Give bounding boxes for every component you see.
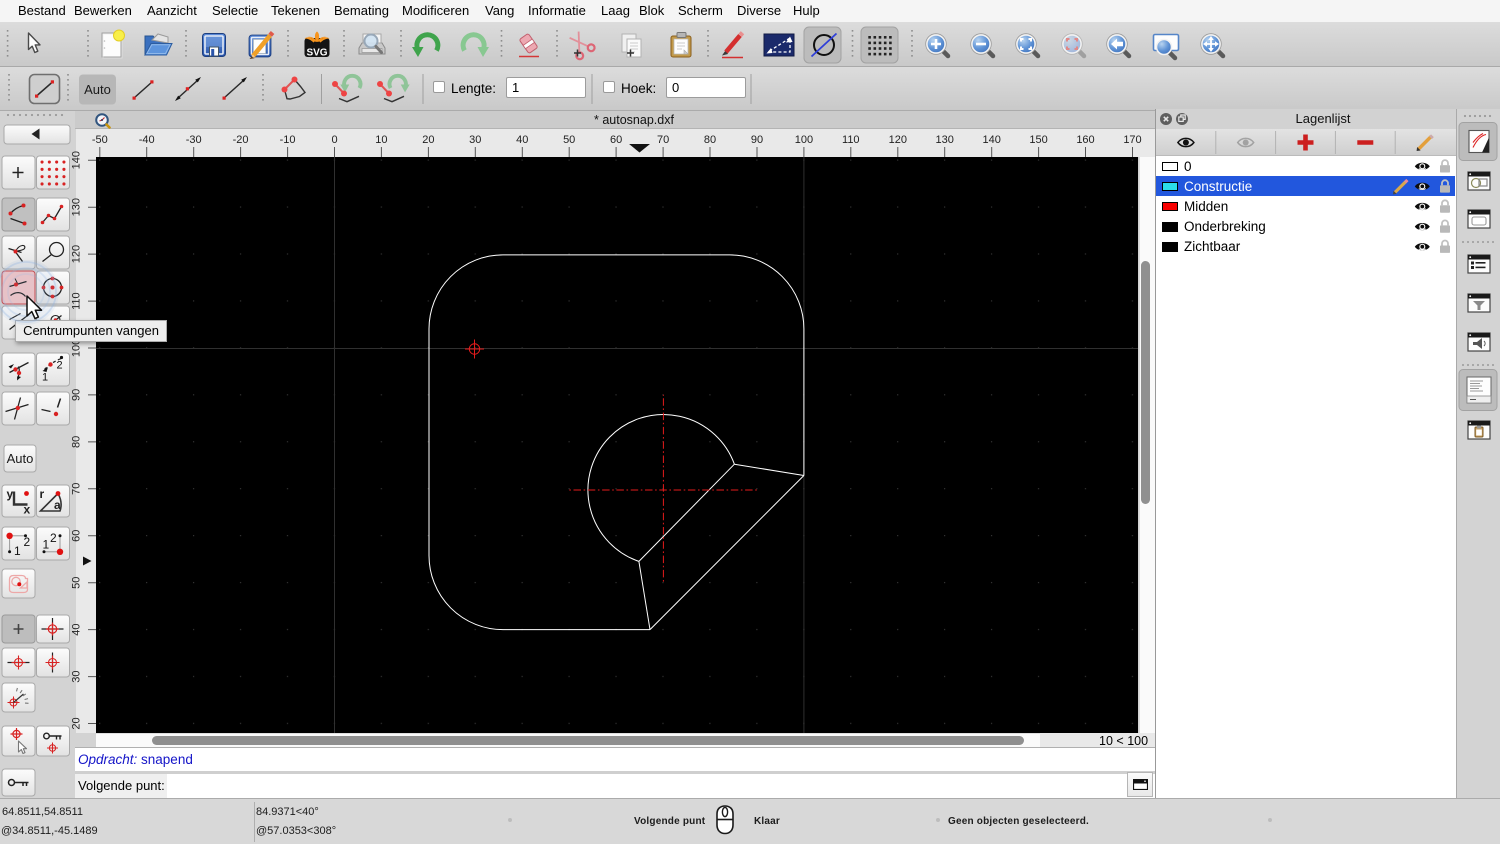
svg-text:Auto: Auto xyxy=(7,451,34,466)
svg-text:10: 10 xyxy=(375,134,387,146)
svg-text:60: 60 xyxy=(71,530,83,542)
svg-text:-50: -50 xyxy=(92,134,108,146)
svg-text:SVG: SVG xyxy=(306,48,327,59)
svg-text:70: 70 xyxy=(71,483,83,495)
svg-text:160: 160 xyxy=(1076,134,1094,146)
svg-text:y: y xyxy=(7,487,14,501)
svg-text:30: 30 xyxy=(71,670,83,682)
svg-text:140: 140 xyxy=(983,134,1001,146)
svg-text:r: r xyxy=(40,487,45,501)
svg-text:20: 20 xyxy=(422,134,434,146)
svg-text:80: 80 xyxy=(704,134,716,146)
svg-text:-10: -10 xyxy=(280,134,296,146)
svg-text:50: 50 xyxy=(563,134,575,146)
svg-text:40: 40 xyxy=(71,623,83,635)
svg-text:40: 40 xyxy=(516,134,528,146)
svg-text:110: 110 xyxy=(71,292,83,310)
svg-text:1: 1 xyxy=(43,538,50,552)
svg-text:50: 50 xyxy=(71,577,83,589)
svg-text:100: 100 xyxy=(795,134,813,146)
svg-text:120: 120 xyxy=(71,245,83,263)
svg-text:1: 1 xyxy=(14,544,21,558)
svg-text:2: 2 xyxy=(50,531,57,545)
svg-text:2: 2 xyxy=(24,535,31,549)
svg-text:80: 80 xyxy=(71,436,83,448)
svg-text:150: 150 xyxy=(1029,134,1047,146)
svg-text:Auto: Auto xyxy=(84,82,111,97)
svg-text:60: 60 xyxy=(610,134,622,146)
svg-text:30: 30 xyxy=(469,134,481,146)
svg-text:170: 170 xyxy=(1123,134,1141,146)
svg-text:0: 0 xyxy=(331,134,337,146)
svg-text:110: 110 xyxy=(842,134,860,146)
svg-text:120: 120 xyxy=(889,134,907,146)
svg-text:-20: -20 xyxy=(233,134,249,146)
svg-text:140: 140 xyxy=(71,151,83,169)
svg-text:90: 90 xyxy=(71,389,83,401)
svg-text:2: 2 xyxy=(57,360,63,372)
svg-text:70: 70 xyxy=(657,134,669,146)
svg-text:90: 90 xyxy=(751,134,763,146)
svg-text:Lagenlijst: Lagenlijst xyxy=(1296,111,1351,126)
svg-text:20: 20 xyxy=(71,717,83,729)
svg-text:-30: -30 xyxy=(186,134,202,146)
svg-text:130: 130 xyxy=(71,198,83,216)
svg-text:1: 1 xyxy=(42,372,48,384)
svg-text:130: 130 xyxy=(936,134,954,146)
svg-text:-40: -40 xyxy=(139,134,155,146)
